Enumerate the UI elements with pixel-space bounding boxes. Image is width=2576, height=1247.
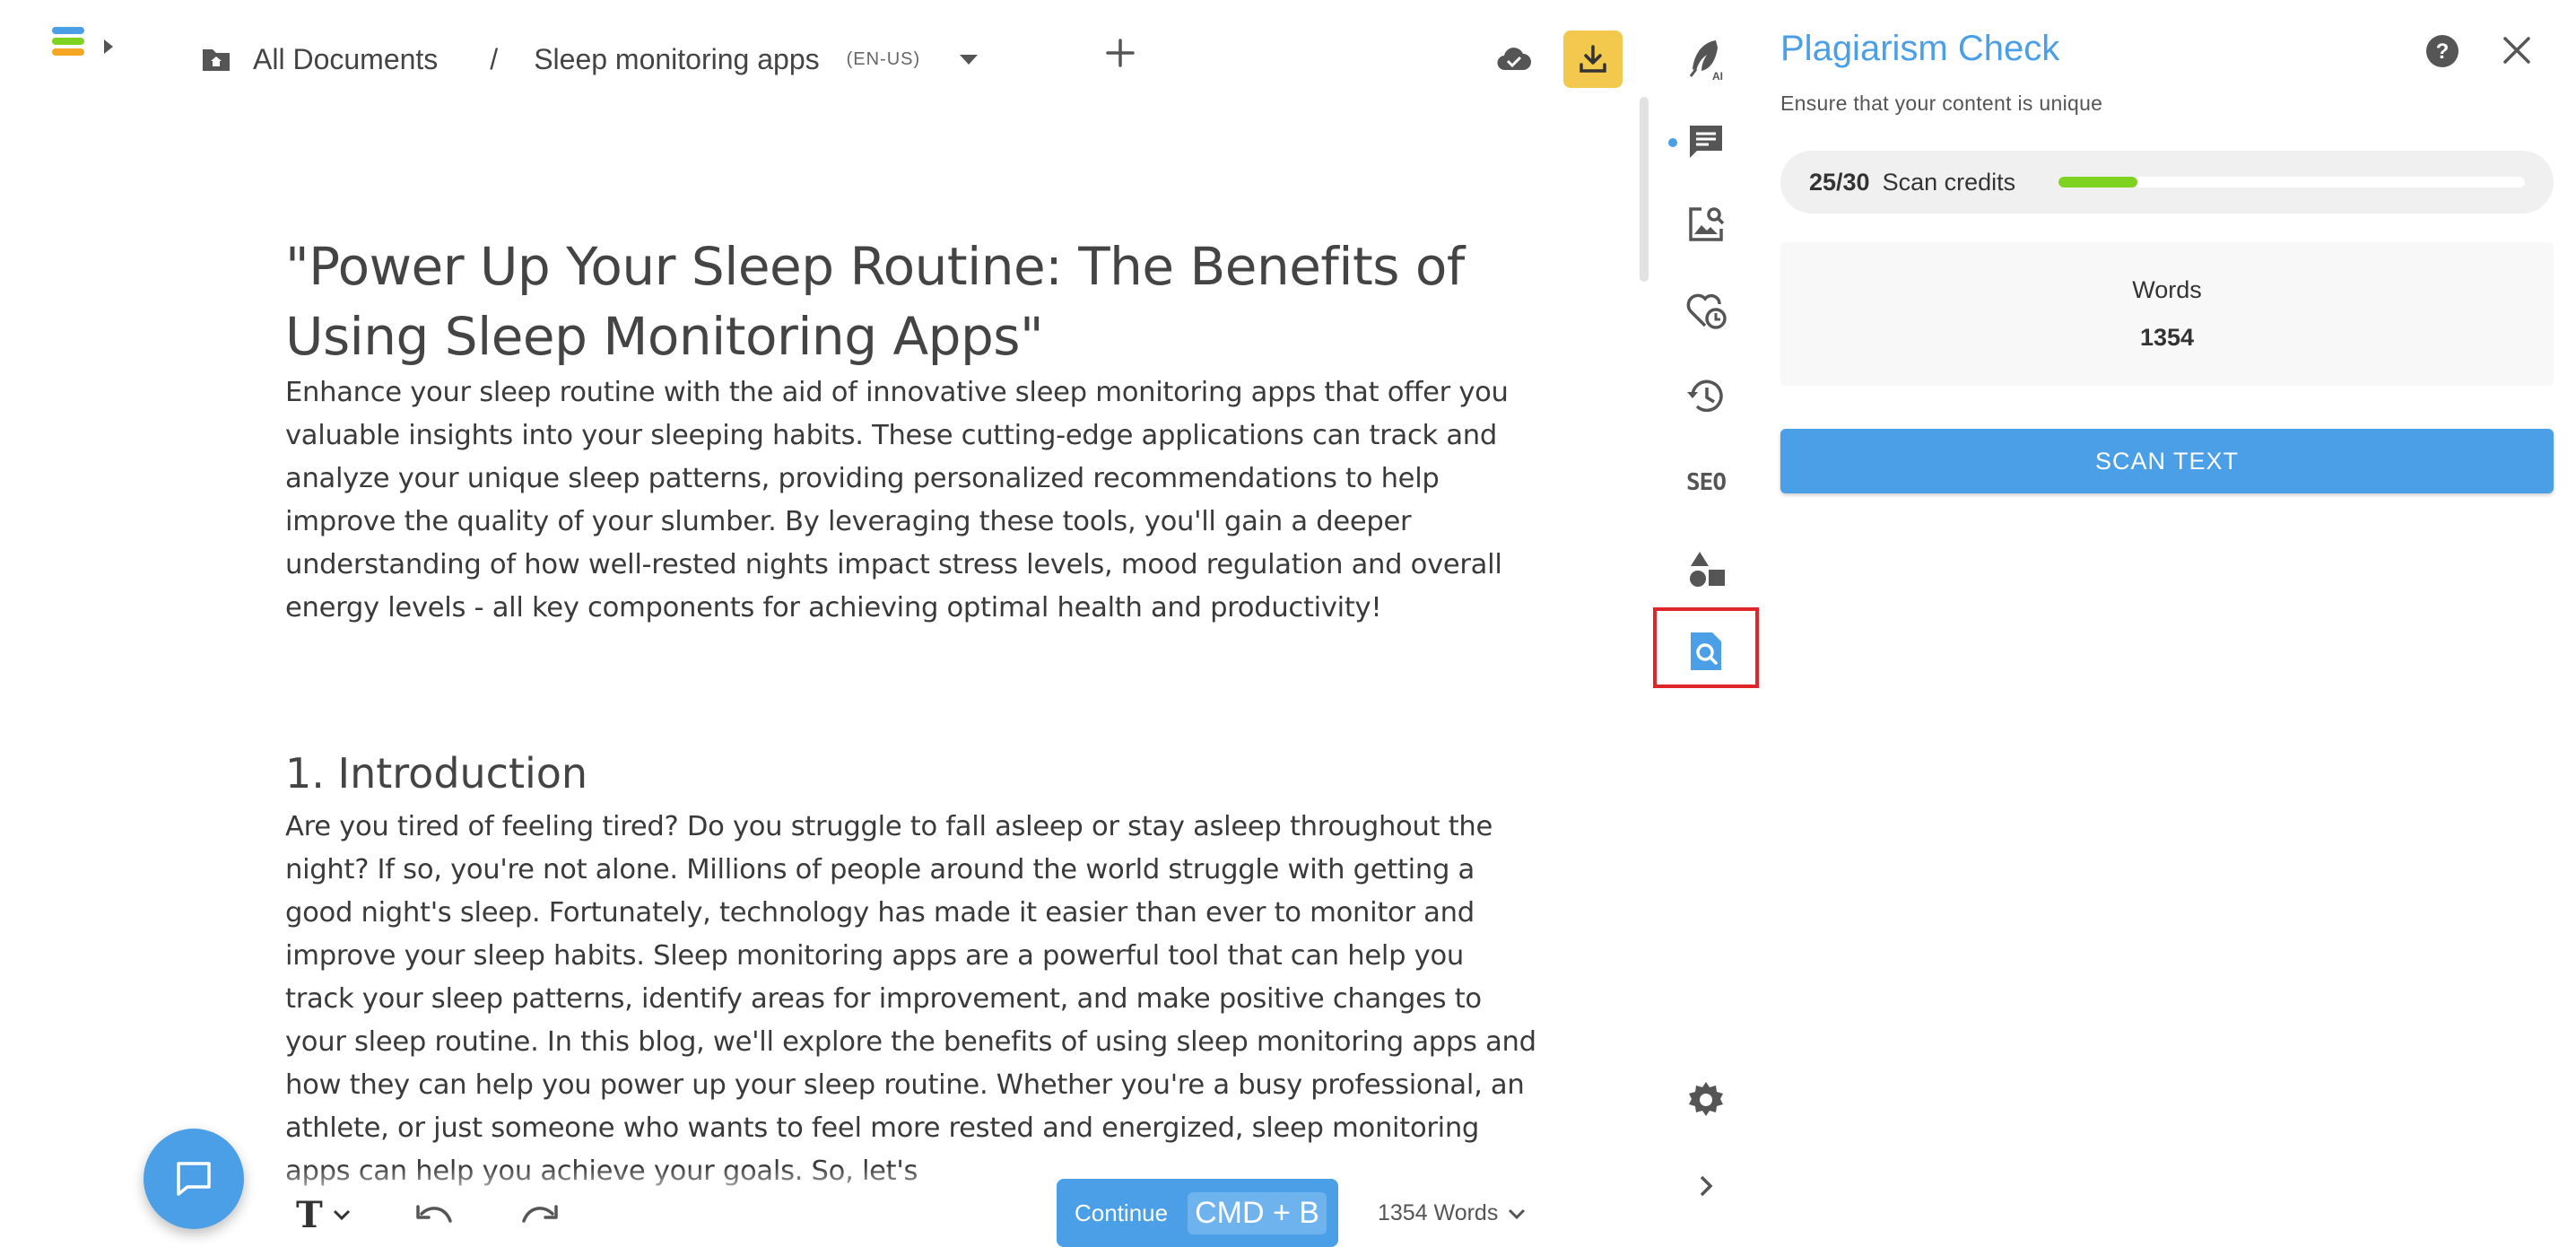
document-content[interactable]: "Power Up Your Sleep Routine: The Benefi… [285,231,1537,1193]
help-icon[interactable]: ? [2425,34,2459,68]
credits-label: Scan credits [1882,168,2016,196]
download-icon [1577,43,1609,75]
credits-progress-fill [2058,177,2138,187]
words-card: Words 1354 [1780,242,2554,386]
undo-icon[interactable] [414,1201,456,1228]
section-paragraph[interactable]: Are you tired of feeling tired? Do you s… [285,806,1537,1193]
panel-subtitle: Ensure that your content is unique [1780,92,2103,115]
plagiarism-panel: Plagiarism Check Ensure that your conten… [1762,0,2576,1247]
settings-icon[interactable] [1681,1075,1731,1125]
history-icon[interactable] [1681,371,1731,422]
words-value: 1354 [2139,324,2195,351]
comment-indicator-dot [1668,138,1677,147]
scan-credits-bar: 25/30 Scan credits [1780,151,2554,214]
top-bar: All Documents / Sleep monitoring apps (E… [0,0,1650,99]
section-heading[interactable]: 1. Introduction [285,745,1537,802]
continue-shortcut: CMD + B [1188,1191,1327,1234]
chevron-down-icon[interactable] [960,54,979,65]
redo-icon[interactable] [518,1201,560,1228]
image-search-icon[interactable] [1681,199,1731,249]
credits-count: 25/30 [1809,168,1870,196]
active-tool-highlight [1653,607,1759,688]
close-icon[interactable] [2501,34,2533,66]
logo-bar-green [52,38,84,45]
document-title[interactable]: "Power Up Your Sleep Routine: The Benefi… [285,231,1537,371]
seo-icon[interactable]: SEO [1681,458,1731,508]
word-count: 1354 Words [1378,1200,1499,1225]
heart-clock-icon[interactable] [1681,285,1731,336]
svg-text:AI: AI [1712,70,1723,82]
logo-expand-icon [104,39,113,54]
breadcrumb-separator: / [490,42,499,75]
breadcrumb-root-label: All Documents [253,42,439,75]
format-toolbar: T [296,1190,560,1240]
folder-home-icon [201,46,231,73]
chevron-down-icon [332,1208,352,1221]
plus-icon[interactable] [1105,38,1136,68]
words-label: Words [2132,276,2202,303]
continue-label: Continue [1075,1199,1169,1226]
text-format-icon: T [296,1193,323,1236]
word-count-dropdown[interactable]: 1354 Words [1378,1200,1527,1226]
breadcrumb: All Documents / Sleep monitoring apps (E… [201,39,979,79]
chat-button[interactable] [144,1129,244,1229]
logo-bar-blue [52,27,84,34]
scan-text-button[interactable]: SCAN TEXT [1780,429,2554,493]
breadcrumb-document[interactable]: Sleep monitoring apps (EN-US) [534,43,920,76]
document-name: Sleep monitoring apps [534,42,820,75]
text-format-button[interactable]: T [296,1194,352,1236]
comment-icon[interactable] [1681,117,1731,167]
seo-label: SEO [1686,469,1727,496]
chat-icon [173,1158,214,1199]
editor-area: All Documents / Sleep monitoring apps (E… [0,0,1650,1247]
chevron-down-icon [1507,1208,1527,1220]
scan-button-label: SCAN TEXT [2094,447,2240,475]
intro-paragraph[interactable]: Enhance your sleep routine with the aid … [285,371,1537,630]
ai-quill-icon[interactable]: AI [1681,34,1731,84]
panel-title: Plagiarism Check [1780,29,2060,68]
editor-scrollbar[interactable] [1640,97,1649,282]
credits-progress-track [2058,177,2525,187]
app-logo[interactable] [52,27,117,68]
continue-button[interactable]: Continue CMD + B [1057,1179,1338,1247]
download-button[interactable] [1563,31,1623,88]
breadcrumb-all-documents[interactable]: All Documents [201,43,438,76]
svg-text:?: ? [2436,39,2450,64]
shapes-icon[interactable] [1681,544,1731,594]
chevron-right-icon[interactable] [1681,1161,1731,1211]
cloud-check-icon [1496,45,1532,72]
logo-bar-orange [52,48,84,56]
document-language: (EN-US) [846,48,921,69]
